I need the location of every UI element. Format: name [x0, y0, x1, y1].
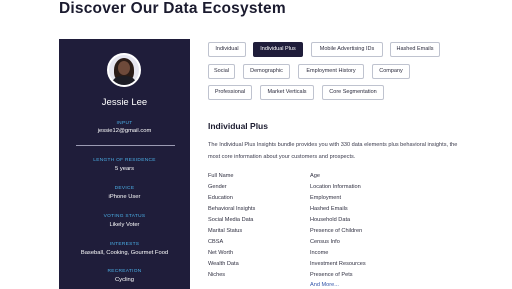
section-title: Individual Plus: [208, 121, 268, 131]
field-value-input: jessie12@gmail.com: [97, 128, 152, 134]
field-value-length-of-residence: 5 years: [114, 166, 134, 172]
and-more-link[interactable]: And More...: [310, 281, 339, 289]
attribute-item: Employment: [310, 195, 342, 201]
attribute-item: Behavioral Insights: [208, 206, 256, 212]
field-label-length-of-residence: Length of Residence: [93, 158, 156, 163]
attribute-item: Education: [208, 195, 233, 201]
attribute-item: Household Data: [310, 217, 351, 223]
attribute-item: Gender: [208, 184, 227, 190]
field-value-voting-status: Likely Voter: [109, 222, 140, 228]
attribute-item: Wealth Data: [208, 261, 239, 267]
tag-mobile-advertising-ids[interactable]: Mobile Advertising IDs: [311, 42, 383, 57]
tag-company[interactable]: Company: [372, 64, 410, 79]
field-label-interests: Interests: [109, 242, 140, 247]
profile-card: Jessie Lee Input jessie12@gmail.com Leng…: [59, 39, 190, 289]
tag-demographic[interactable]: Demographic: [243, 64, 290, 79]
field-label-recreation: Recreation: [107, 269, 142, 274]
tag-individual-plus[interactable]: Individual Plus: [253, 42, 303, 57]
attribute-item: Niches: [208, 272, 226, 278]
attribute-item: Age: [310, 173, 320, 179]
attribute-item: Census Info: [310, 239, 340, 245]
attribute-item: Investment Resources: [310, 261, 366, 267]
tag-core-segmentation[interactable]: Core Segmentation: [322, 85, 384, 100]
tag-employment-history[interactable]: Employment History: [298, 64, 364, 79]
tag-market-verticals[interactable]: Market Verticals: [260, 85, 314, 100]
attribute-item: Presence of Pets: [310, 272, 353, 278]
attribute-item: CBSA: [208, 239, 224, 245]
attribute-item: Social Media Data: [208, 217, 254, 223]
tag-individual[interactable]: Individual: [208, 42, 246, 57]
section-description: The Individual Plus Insights bundle prov…: [208, 142, 458, 160]
attribute-item: Location Information: [310, 184, 361, 190]
field-label-device: Device: [114, 186, 135, 191]
attribute-item: Net Worth: [208, 250, 234, 256]
tag-professional[interactable]: Professional: [208, 85, 252, 100]
attribute-item: Income: [310, 250, 329, 256]
attribute-item: Full Name: [208, 173, 234, 179]
profile-name: Jessie Lee: [101, 97, 148, 108]
field-value-recreation: Cycling: [114, 277, 134, 283]
page-title: Discover Our Data Ecosystem: [59, 0, 286, 17]
attribute-item: Hashed Emails: [310, 206, 348, 212]
attribute-item: Presence of Children: [310, 228, 363, 234]
tag-social[interactable]: Social: [208, 64, 235, 79]
card-divider: [76, 145, 175, 146]
tag-hashed-emails[interactable]: Hashed Emails: [390, 42, 440, 57]
field-value-interests: Baseball, Cooking, Gourmet Food: [80, 250, 169, 256]
avatar: [107, 53, 141, 87]
field-label-voting-status: Voting Status: [103, 214, 146, 219]
field-value-device: iPhone User: [108, 194, 141, 200]
attribute-item: Marital Status: [208, 228, 243, 234]
